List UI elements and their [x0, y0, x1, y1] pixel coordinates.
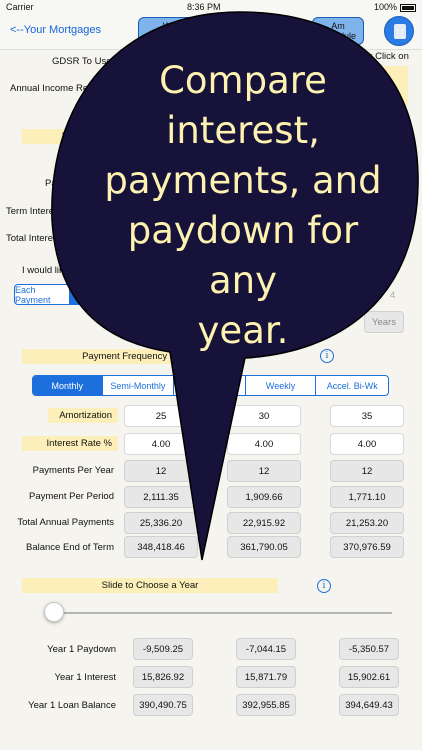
payments-per-year-col1: 12 [124, 460, 198, 482]
web-button[interactable]: W [138, 17, 196, 45]
monthly-segment[interactable]: Monthly [33, 376, 103, 395]
slider-band-label: Slide to Choose a Year [101, 580, 199, 591]
payments-per-year-col3: 12 [330, 460, 404, 482]
year-interest-label: Year 1 Interest [54, 672, 116, 683]
amortization-band: Amortization [48, 408, 118, 423]
promo-line-1: Compare [159, 59, 327, 102]
status-bar: Carrier 8:36 PM 100% [0, 0, 422, 14]
promo-line-5: year. [197, 309, 289, 352]
interest-band-label: Int [61, 131, 73, 142]
payments-per-year-label: Payments Per Year [32, 465, 114, 476]
amortization-label: Amortization [59, 410, 112, 421]
slider-band: Slide to Choose a Year [22, 578, 278, 593]
year-loan-balance-label: Year 1 Loan Balance [28, 700, 116, 711]
accelerated-biweekly-segment[interactable]: Accel. Bi-Wk [316, 376, 388, 395]
am-schedule-line1: Am [331, 21, 345, 31]
total-annual-payments-col2: 22,915.92 [227, 512, 301, 534]
interest-rate-band: Interest Rate % [22, 436, 118, 451]
year-interest-col2: 15,871.79 [236, 666, 296, 688]
total-annual-payments-label: Total Annual Payments [17, 517, 114, 528]
year-paydown-col3: -5,350.57 [339, 638, 399, 660]
total-annual-payments-col3: 21,253.20 [330, 512, 404, 534]
amortization-col1-input[interactable]: 25 [124, 405, 198, 427]
interest-rate-col1-input[interactable]: 4.00 [124, 433, 198, 455]
document-icon[interactable] [384, 16, 414, 46]
amortization-schedule-button[interactable]: Am schedule [312, 17, 364, 45]
battery-icon [399, 3, 416, 12]
payment-per-period-label: Payment Per Period [28, 491, 114, 502]
promo-line-3: payments, and [104, 159, 382, 202]
interest-rate-col2-input[interactable]: 4.00 [227, 433, 301, 455]
slider-info-icon[interactable]: i [317, 579, 331, 593]
amortization-col3-input[interactable]: 35 [330, 405, 404, 427]
term-interest-label: Term Interest C [6, 206, 71, 217]
year-loan-balance-col3: 394,649.43 [339, 694, 399, 716]
semi-monthly-segment[interactable]: Semi-Monthly [103, 376, 175, 395]
promo-line-4: paydown for any [127, 209, 359, 302]
year-paydown-label: Year 1 Paydown [47, 644, 116, 655]
year-paydown-col1: -9,509.25 [133, 638, 193, 660]
interest-band: Int [22, 129, 82, 144]
payment-frequency-segmented-control: Monthly Semi-Monthly Weekly Accel. Bi-Wk [32, 375, 389, 396]
balance-end-of-term-col1: 348,418.46 [124, 536, 198, 558]
am-schedule-line2: schedule [319, 31, 357, 41]
promo-text: Compare interest, payments, and paydown … [88, 56, 398, 356]
back-to-mortgages-button[interactable]: <--Your Mortgages [10, 24, 101, 36]
balance-end-of-term-col3: 370,976.59 [330, 536, 404, 558]
battery-percent: 100% [373, 2, 397, 12]
would-like-label: I would like to m [22, 265, 91, 276]
payment-label: Paym [45, 178, 70, 189]
year-loan-balance-col2: 392,955.85 [236, 694, 296, 716]
year-slider-track[interactable] [52, 612, 392, 614]
interest-rate-col3-input[interactable]: 4.00 [330, 433, 404, 455]
payment-per-period-col3: 1,771.10 [330, 486, 404, 508]
balance-end-of-term-col2: 361,790.05 [227, 536, 301, 558]
payment-per-period-col1: 2,111.35 [124, 486, 198, 508]
year-paydown-col2: -7,044.15 [236, 638, 296, 660]
amortization-col2-input[interactable]: 30 [227, 405, 301, 427]
year-loan-balance-col1: 390,490.75 [133, 694, 193, 716]
promo-line-2: interest, [166, 109, 320, 152]
clock: 8:36 PM [186, 2, 221, 12]
battery-status: 100% [374, 2, 416, 12]
year-slider-thumb[interactable] [44, 602, 64, 622]
year-interest-col3: 15,902.61 [339, 666, 399, 688]
payment-per-period-col2: 1,909.66 [227, 486, 301, 508]
web-button-label: W [162, 21, 172, 31]
interest-rate-label: Interest Rate % [46, 438, 112, 449]
year-interest-col1: 15,826.92 [133, 666, 193, 688]
total-annual-payments-col1: 25,336.20 [124, 512, 198, 534]
biweekly-segment[interactable] [174, 376, 246, 395]
weekly-segment[interactable]: Weekly [246, 376, 317, 395]
balance-end-of-term-label: Balance End of Term [25, 542, 114, 553]
carrier-label: Carrier [6, 2, 34, 12]
each-payment-segment[interactable]: Each Payment [15, 285, 70, 304]
total-interest-label: Total Interest Co [6, 233, 76, 244]
payments-per-year-col2: 12 [227, 460, 301, 482]
navigation-bar: <--Your Mortgages W Am schedule [0, 14, 422, 50]
